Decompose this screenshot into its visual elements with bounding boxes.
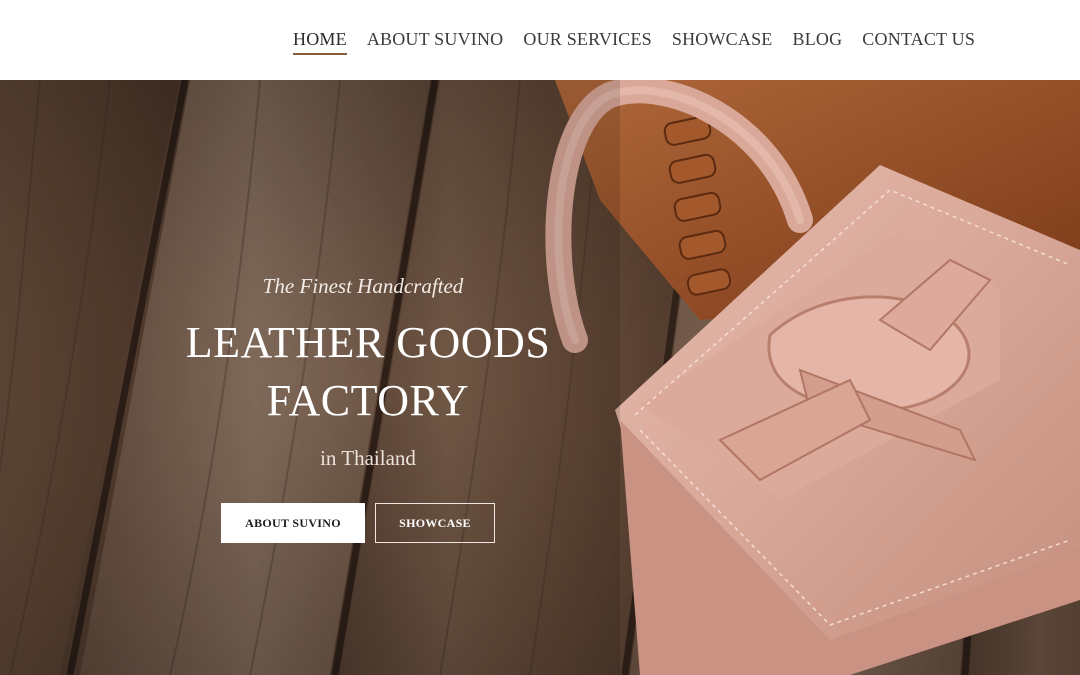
hero-text-block: The Finest Handcrafted LEATHER GOODS FAC… [168, 80, 568, 675]
site-header: HOME ABOUT SUVINO OUR SERVICES SHOWCASE … [0, 0, 1080, 80]
nav-showcase[interactable]: SHOWCASE [672, 28, 773, 53]
hero-headline-line1: LEATHER GOODS [185, 318, 551, 367]
nav-blog[interactable]: BLOG [792, 28, 842, 53]
about-suvino-button[interactable]: ABOUT SUVINO [221, 503, 365, 543]
hero-headline-line2: FACTORY [266, 376, 470, 425]
hero-banner: The Finest Handcrafted LEATHER GOODS FAC… [0, 80, 1080, 675]
nav-contact-us[interactable]: CONTACT US [862, 28, 975, 53]
hero-headline: LEATHER GOODS FACTORY [168, 314, 568, 430]
hero-subtitle: in Thailand [320, 446, 416, 470]
nav-our-services[interactable]: OUR SERVICES [523, 28, 651, 53]
main-nav: HOME ABOUT SUVINO OUR SERVICES SHOWCASE … [293, 28, 975, 55]
showcase-button[interactable]: SHOWCASE [375, 503, 495, 543]
nav-home[interactable]: HOME [293, 28, 347, 55]
hero-tagline: The Finest Handcrafted [262, 274, 464, 298]
nav-about-suvino[interactable]: ABOUT SUVINO [367, 28, 504, 53]
